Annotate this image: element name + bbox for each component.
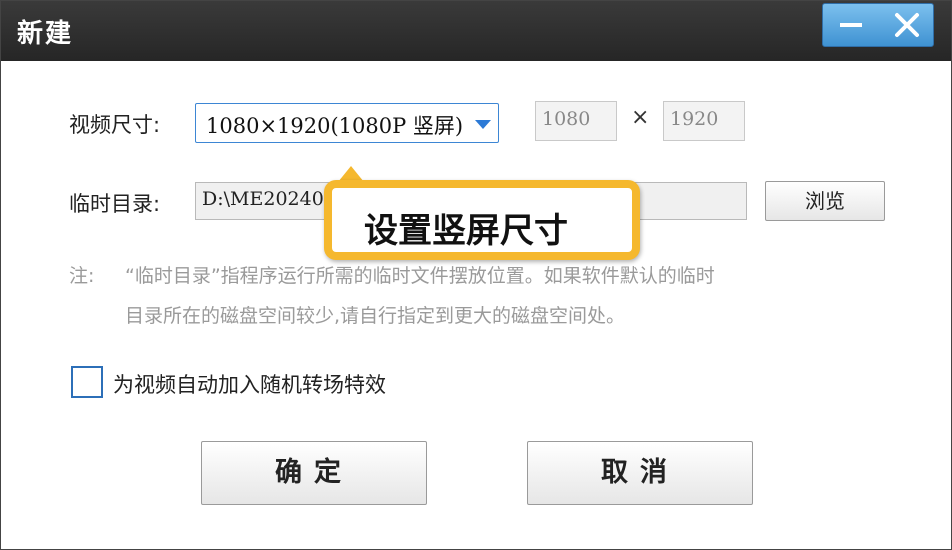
annotation-callout: 设置竖屏尺寸 xyxy=(324,166,640,261)
title-bar: 新建 xyxy=(1,1,951,61)
height-value: 1920 xyxy=(670,108,719,130)
note-line-2: 目录所在的磁盘空间较少,请自行指定到更大的磁盘空间处。 xyxy=(125,305,626,327)
times-sign: × xyxy=(631,105,650,130)
dialog-content: 视频尺寸: 1080×1920(1080P 竖屏) 1080 × 1920 临时… xyxy=(1,61,951,549)
callout-text: 设置竖屏尺寸 xyxy=(364,211,568,251)
width-field: 1080 xyxy=(535,101,617,141)
transition-checkbox[interactable] xyxy=(71,366,103,398)
browse-button[interactable]: 浏览 xyxy=(765,181,885,221)
minimize-icon xyxy=(840,23,862,27)
height-field: 1920 xyxy=(663,101,745,141)
cancel-button[interactable]: 取消 xyxy=(527,441,753,505)
callout-box: 设置竖屏尺寸 xyxy=(324,180,640,260)
close-icon xyxy=(895,13,919,37)
video-size-selected: 1080×1920(1080P 竖屏) xyxy=(206,114,464,138)
video-size-select[interactable]: 1080×1920(1080P 竖屏) xyxy=(195,103,499,143)
video-size-label: 视频尺寸: xyxy=(69,113,161,137)
temp-dir-path: D:\ME202406 xyxy=(202,188,336,210)
note-line-1: “临时目录”指程序运行所需的临时文件摆放位置。如果软件默认的临时 xyxy=(125,265,715,287)
temp-dir-label: 临时目录: xyxy=(69,192,161,216)
window-title: 新建 xyxy=(17,19,74,49)
minimize-button[interactable] xyxy=(823,4,879,46)
width-value: 1080 xyxy=(542,108,591,130)
ok-button[interactable]: 确定 xyxy=(201,441,427,505)
window-controls xyxy=(822,3,934,47)
new-project-dialog: 新建 视频尺寸: 1080×1920(1080P 竖屏) 1080 × 1920… xyxy=(0,0,952,550)
note-prefix: 注: xyxy=(69,265,95,287)
close-button[interactable] xyxy=(879,4,935,46)
chevron-down-icon xyxy=(475,120,491,129)
transition-label: 为视频自动加入随机转场特效 xyxy=(113,373,386,397)
